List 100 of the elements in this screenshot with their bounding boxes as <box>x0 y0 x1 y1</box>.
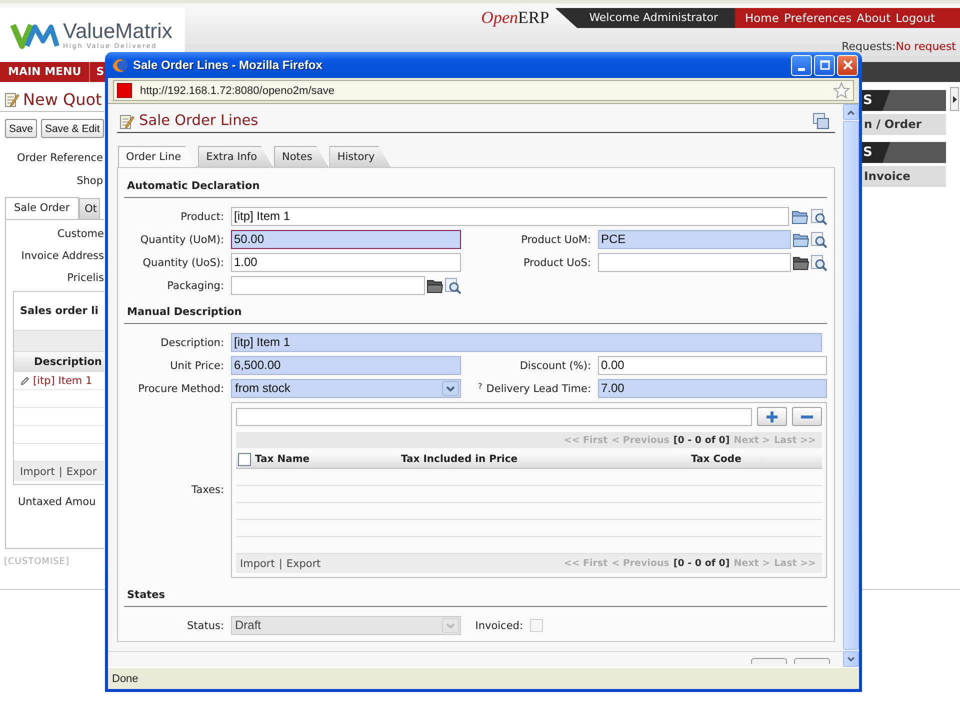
requests-link[interactable]: No request <box>896 40 956 53</box>
add-button[interactable] <box>757 407 787 426</box>
input-field[interactable]: 1.00 <box>231 253 461 272</box>
input-field[interactable]: [itp] Item 1 <box>231 207 789 226</box>
folder-icon[interactable] <box>427 278 443 292</box>
requests-label: Requests: <box>842 40 896 53</box>
search-field[interactable] <box>236 408 752 426</box>
logo-text: ValueMatrix <box>63 20 172 42</box>
minimize-icon <box>798 68 805 70</box>
windows-icon[interactable] <box>813 113 829 129</box>
chevron-down-icon <box>442 381 459 396</box>
sidebar-heading: S <box>862 142 946 163</box>
search-icon[interactable] <box>811 208 827 224</box>
welcome-banner: Welcome Administrator <box>555 8 735 28</box>
section-title: Automatic Declaration <box>124 178 827 198</box>
scroll-up-button[interactable] <box>843 104 859 120</box>
close-icon <box>842 60 852 70</box>
field-label: Pricelis <box>66 271 104 286</box>
tab[interactable]: Ot <box>78 198 100 219</box>
brand-logo: OpenERP <box>481 8 550 28</box>
plus-icon <box>766 410 778 422</box>
toolbar-button[interactable]: Save <box>5 119 37 138</box>
column-header: Description <box>14 352 104 372</box>
export-link[interactable]: Export <box>286 558 321 570</box>
link-separator: | <box>278 558 282 570</box>
tab[interactable]: Sale Order <box>5 197 79 219</box>
remove-button[interactable] <box>792 407 822 426</box>
sidebar-item[interactable]: n / Order <box>862 114 946 135</box>
field-label: Delivery Lead Time: <box>486 382 591 394</box>
triangle-right-icon <box>952 96 956 102</box>
window-title: Sale Order Lines - Mozilla Firefox <box>133 58 324 72</box>
tab[interactable]: History <box>329 146 391 167</box>
chevron-down-icon <box>442 618 459 633</box>
field-label: Order Reference <box>16 151 104 166</box>
field-label: Unit Price: <box>170 360 224 372</box>
nav-link[interactable]: Logout <box>896 11 935 25</box>
column-header[interactable]: Tax Code <box>691 454 822 465</box>
link-separator: | <box>58 466 62 478</box>
sidebar-heading: S <box>862 90 946 111</box>
field-label: Product UoS: <box>523 256 591 268</box>
search-icon[interactable] <box>811 254 827 270</box>
search-icon[interactable] <box>811 232 827 248</box>
tab[interactable]: Extra Info <box>198 146 273 167</box>
input-field[interactable]: 0.00 <box>598 356 827 375</box>
input-field[interactable]: PCE <box>598 230 791 249</box>
pager-range: [0 - 0 of 0] <box>673 558 730 569</box>
toolbar-button[interactable]: Save & Edit <box>40 119 104 138</box>
column-header[interactable]: Tax Included in Price <box>401 454 691 465</box>
scroll-down-button[interactable] <box>843 651 859 667</box>
field-label: Taxes: <box>192 484 224 496</box>
status-text: Done <box>112 672 138 684</box>
field-label: Invoiced: <box>475 620 523 632</box>
section-title: States <box>124 587 827 607</box>
input-field[interactable]: 7.00 <box>598 379 827 398</box>
minus-icon <box>801 414 813 418</box>
help-mark[interactable]: ? <box>478 382 482 390</box>
column-header[interactable]: Tax Name <box>255 454 401 465</box>
export-link[interactable]: Expor <box>66 466 97 478</box>
folder-icon[interactable] <box>793 256 809 270</box>
edit-document-icon <box>120 114 134 128</box>
import-link[interactable]: Import <box>20 466 55 478</box>
input-field[interactable] <box>231 276 425 295</box>
tab[interactable]: Notes <box>274 146 328 167</box>
minimize-button[interactable] <box>791 54 812 76</box>
field-label: Quantity (UoS): <box>142 256 224 268</box>
input-field[interactable]: 50.00 <box>231 230 461 249</box>
nav-link[interactable]: About <box>856 11 891 25</box>
field-label: Untaxed Amou <box>17 495 97 510</box>
field-label: Invoice Address <box>20 249 104 264</box>
menu-item[interactable]: MAIN MENU <box>0 62 90 82</box>
address-field[interactable]: http://192.168.1.72:8080/openo2m/save <box>113 80 854 101</box>
tab[interactable]: Order Line <box>118 146 198 167</box>
chevron-down-icon <box>847 656 855 662</box>
checkbox[interactable] <box>238 453 251 466</box>
partial-button[interactable] <box>751 658 787 664</box>
partial-button[interactable] <box>794 658 830 664</box>
square-icon <box>117 83 132 98</box>
dropdown[interactable]: from stock <box>231 379 461 398</box>
field-label: Shop <box>76 174 104 189</box>
input-field[interactable]: [itp] Item 1 <box>231 333 822 352</box>
import-link[interactable]: Import <box>240 558 275 570</box>
sidebar-item[interactable]: Invoice <box>862 166 946 187</box>
field-label: Quantity (UoM): <box>140 234 224 246</box>
nav-link[interactable]: Preferences <box>784 11 852 25</box>
menu-item[interactable]: S <box>89 62 104 82</box>
field-label: Custome <box>56 227 104 242</box>
close-button[interactable] <box>837 54 858 76</box>
search-icon[interactable] <box>445 278 461 294</box>
nav-link[interactable]: Home <box>745 11 779 25</box>
pager-range: [0 - 0 of 0] <box>673 434 730 446</box>
maximize-button[interactable] <box>814 54 835 76</box>
input-field[interactable] <box>598 253 791 272</box>
star-icon[interactable] <box>833 82 850 99</box>
pencil-icon[interactable] <box>21 376 29 385</box>
input-field[interactable]: 6,500.00 <box>231 356 461 375</box>
maximize-icon <box>820 60 830 70</box>
scroll-right-button[interactable] <box>950 87 959 111</box>
page-title: New Quot <box>23 90 102 108</box>
table-cell[interactable]: [itp] Item 1 <box>33 374 92 387</box>
edit-document-icon <box>5 92 19 106</box>
